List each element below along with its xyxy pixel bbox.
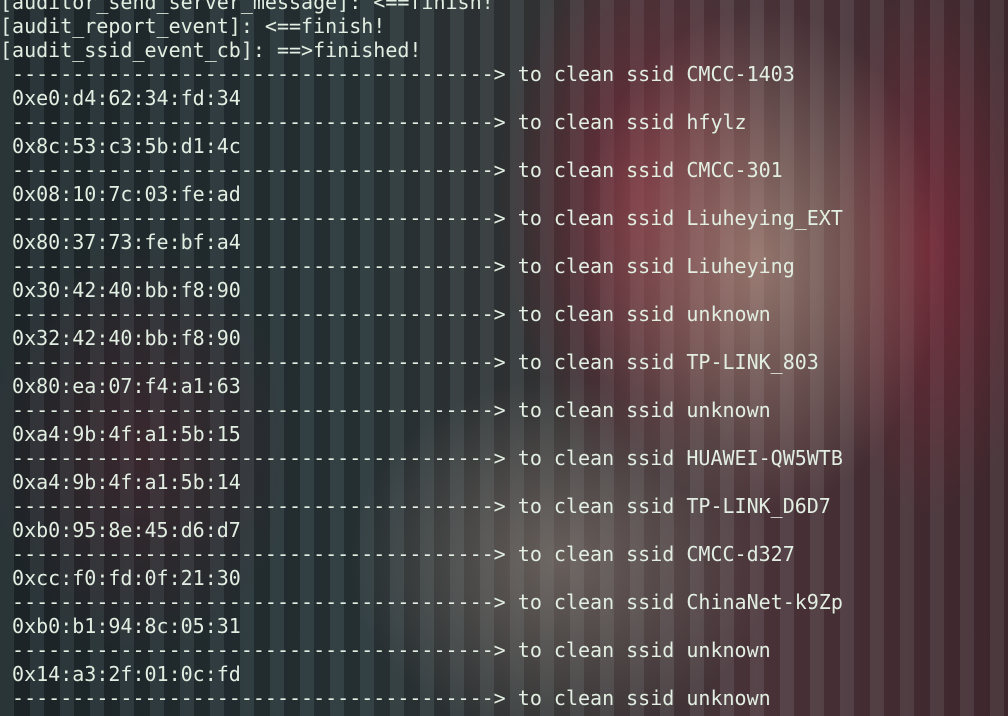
ssid-name: CMCC-1403 <box>686 62 795 86</box>
clean-ssid-line: ----------------------------------------… <box>0 206 843 230</box>
log-line: [audit_report_event]: <==finish! <box>0 14 386 38</box>
clean-ssid-line: ----------------------------------------… <box>0 110 843 134</box>
clean-ssid-line: ----------------------------------------… <box>0 398 843 422</box>
clean-label: to clean ssid <box>505 446 687 470</box>
clean-label: to clean ssid <box>505 254 687 278</box>
clean-label: to clean ssid <box>505 398 687 422</box>
arrow-separator: ----------------------------------------… <box>0 590 506 614</box>
arrow-separator: ----------------------------------------… <box>0 110 506 134</box>
mac-address-line: 0xb0:95:8e:45:d6:d7 <box>0 518 241 542</box>
ssid-name: TP-LINK_D6D7 <box>686 494 831 518</box>
log-line: [audit_ssid_event_cb]: ==>finished! <box>0 38 422 62</box>
ssid-name: ChinaNet-k9Zp <box>686 590 843 614</box>
clean-ssid-line: ----------------------------------------… <box>0 62 843 86</box>
mac-address-line: 0xb0:b1:94:8c:05:31 <box>0 614 241 638</box>
clean-ssid-line: ----------------------------------------… <box>0 350 843 374</box>
arrow-separator: ----------------------------------------… <box>0 686 506 710</box>
arrow-separator: ----------------------------------------… <box>0 254 506 278</box>
mac-address-line: 0xcc:f0:fd:0f:21:30 <box>0 566 241 590</box>
clean-ssid-line: ----------------------------------------… <box>0 494 843 518</box>
ssid-name: TP-LINK_803 <box>686 350 819 374</box>
clean-ssid-line: ----------------------------------------… <box>0 542 843 566</box>
clean-label: to clean ssid <box>505 590 687 614</box>
clean-ssid-line: ----------------------------------------… <box>0 686 843 710</box>
ssid-name: hfylz <box>686 110 747 134</box>
clean-label: to clean ssid <box>505 638 687 662</box>
ssid-name: unknown <box>686 398 771 422</box>
clean-ssid-line: ----------------------------------------… <box>0 590 843 614</box>
clean-ssid-line: ----------------------------------------… <box>0 302 843 326</box>
clean-label: to clean ssid <box>505 542 687 566</box>
arrow-separator: ----------------------------------------… <box>0 62 506 86</box>
mac-address-line: 0xa4:9b:4f:a1:5b:14 <box>0 470 241 494</box>
arrow-separator: ----------------------------------------… <box>0 302 506 326</box>
arrow-separator: ----------------------------------------… <box>0 350 506 374</box>
ssid-name: CMCC-d327 <box>686 542 795 566</box>
mac-address-line: 0xe0:d4:62:34:fd:34 <box>0 86 241 110</box>
mac-address-line: 0x8c:53:c3:5b:d1:4c <box>0 134 241 158</box>
arrow-separator: ----------------------------------------… <box>0 638 506 662</box>
clean-ssid-line: ----------------------------------------… <box>0 158 843 182</box>
ssid-name: Liuheying_EXT <box>686 206 843 230</box>
arrow-separator: ----------------------------------------… <box>0 446 506 470</box>
clean-label: to clean ssid <box>505 302 687 326</box>
mac-address-line: 0xa4:9b:4f:a1:5b:15 <box>0 422 241 446</box>
arrow-separator: ----------------------------------------… <box>0 398 506 422</box>
mac-address-line: 0x30:42:40:bb:f8:90 <box>0 278 241 302</box>
ssid-name: unknown <box>686 638 771 662</box>
arrow-separator: ----------------------------------------… <box>0 206 506 230</box>
clean-label: to clean ssid <box>505 686 687 710</box>
mac-address-line: 0x32:42:40:bb:f8:90 <box>0 326 241 350</box>
terminal-output[interactable]: [auditor_send_server_message]: <==finish… <box>0 0 843 710</box>
clean-label: to clean ssid <box>505 62 687 86</box>
clean-ssid-line: ----------------------------------------… <box>0 446 843 470</box>
clean-ssid-line: ----------------------------------------… <box>0 254 843 278</box>
clean-label: to clean ssid <box>505 110 687 134</box>
clean-label: to clean ssid <box>505 350 687 374</box>
arrow-separator: ----------------------------------------… <box>0 494 506 518</box>
arrow-separator: ----------------------------------------… <box>0 158 506 182</box>
clean-label: to clean ssid <box>505 494 687 518</box>
mac-address-line: 0x80:37:73:fe:bf:a4 <box>0 230 241 254</box>
ssid-name: HUAWEI-QW5WTB <box>686 446 843 470</box>
log-line: [auditor_send_server_message]: <==finish… <box>0 0 494 14</box>
mac-address-line: 0x80:ea:07:f4:a1:63 <box>0 374 241 398</box>
mac-address-line: 0x14:a3:2f:01:0c:fd <box>0 662 241 686</box>
clean-label: to clean ssid <box>505 158 687 182</box>
mac-address-line: 0x08:10:7c:03:fe:ad <box>0 182 241 206</box>
clean-ssid-line: ----------------------------------------… <box>0 638 843 662</box>
arrow-separator: ----------------------------------------… <box>0 542 506 566</box>
ssid-name: unknown <box>686 686 771 710</box>
ssid-name: Liuheying <box>686 254 795 278</box>
ssid-name: CMCC-301 <box>686 158 783 182</box>
clean-label: to clean ssid <box>505 206 687 230</box>
ssid-name: unknown <box>686 302 771 326</box>
